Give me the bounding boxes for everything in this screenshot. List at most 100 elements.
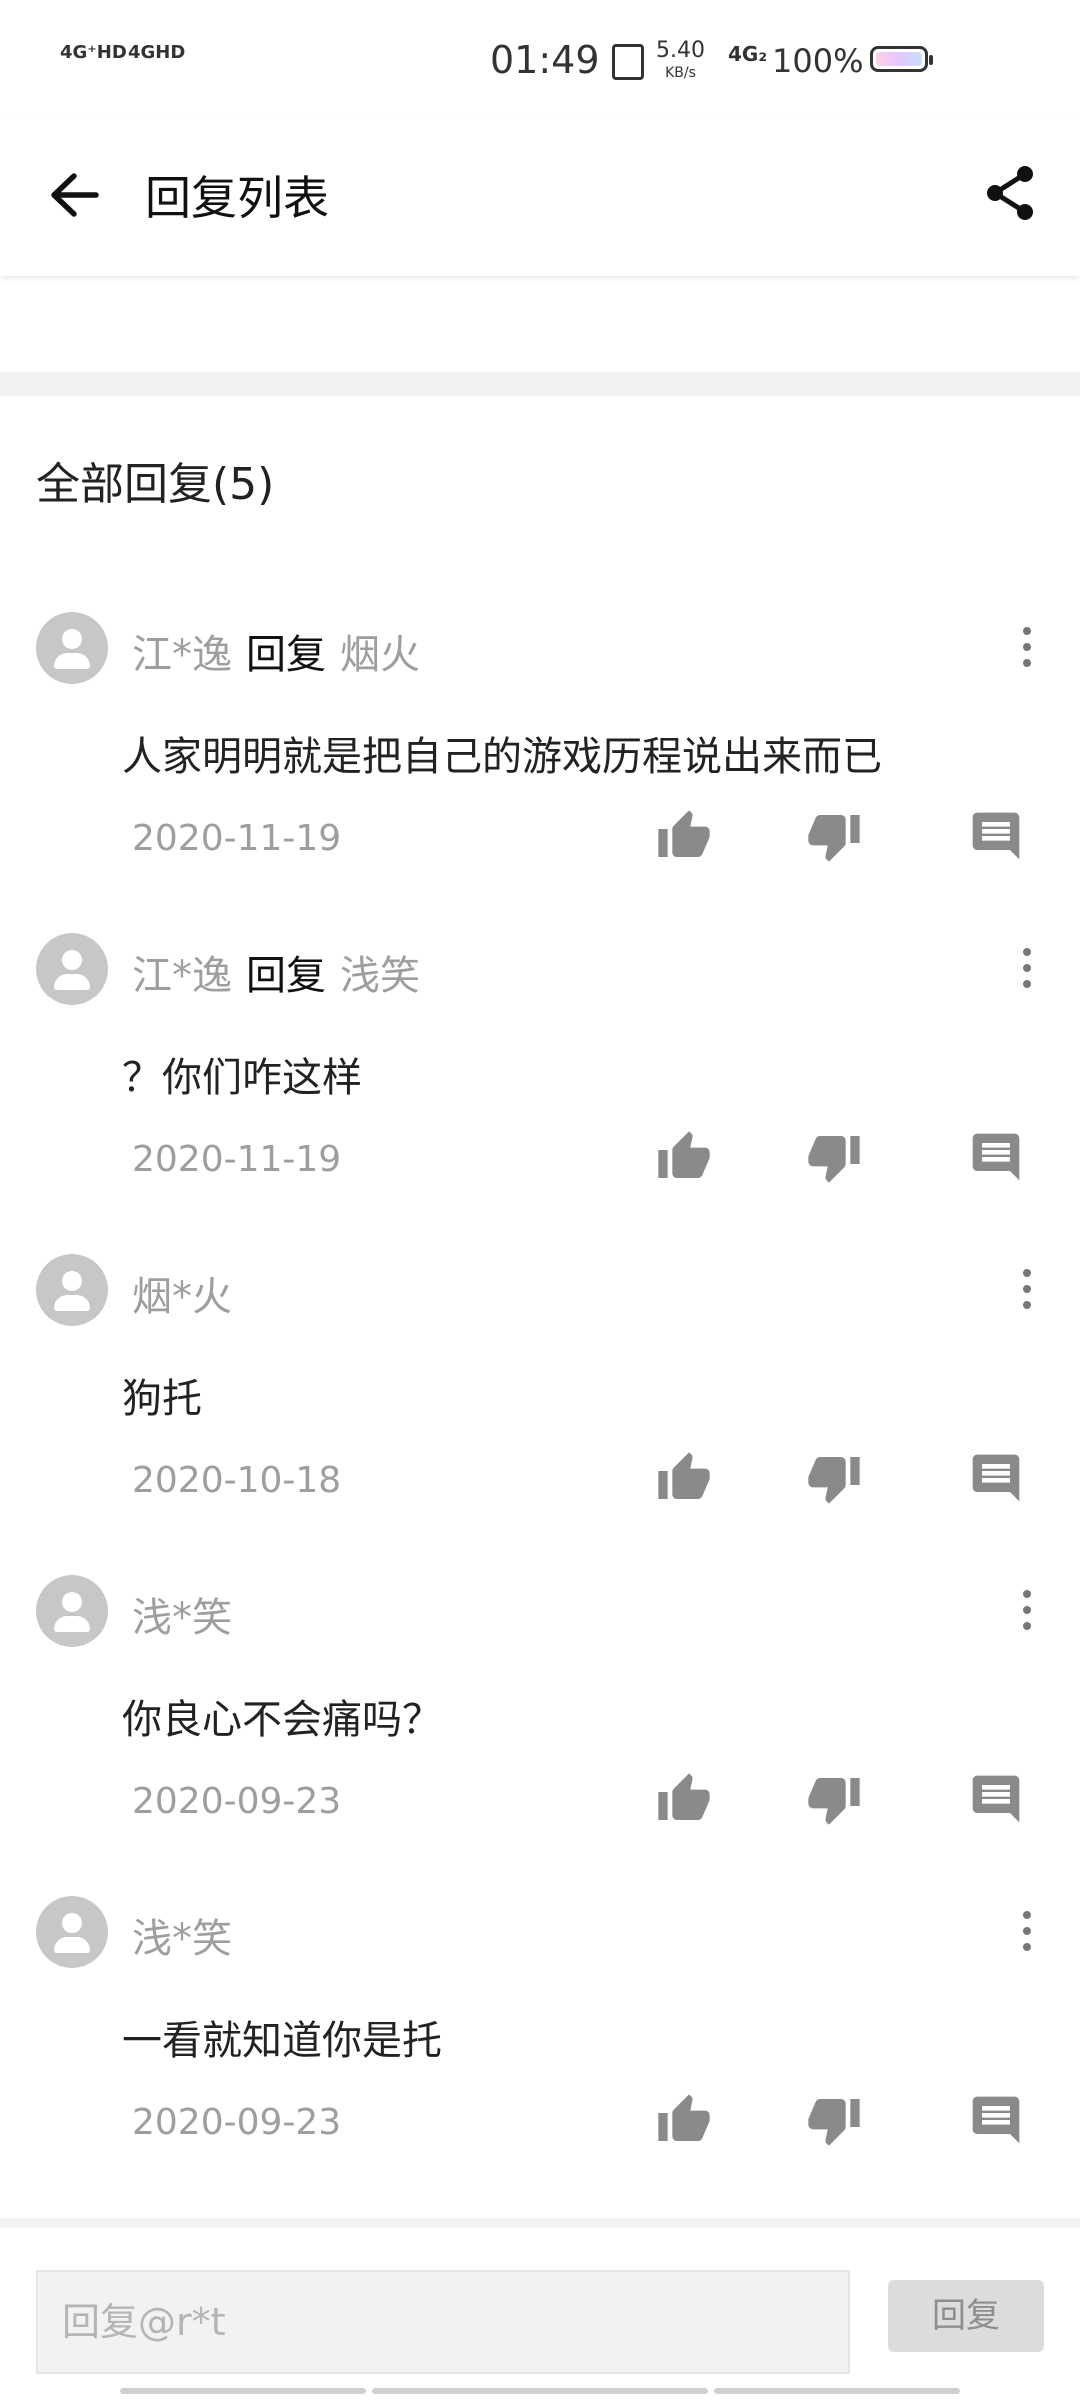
thumbs-up-icon (658, 1773, 710, 1820)
thumbs-down-icon (808, 2099, 860, 2146)
more-dot-icon (1023, 1943, 1031, 1951)
page-title: 回复列表 (145, 171, 329, 225)
status-bar: 4G⁺HD 4GHD 01:49 5.40 KB/s 4G₂ 100% (0, 0, 1080, 120)
reply-header: 江*逸 回复 烟火 (132, 622, 420, 680)
reply-target-user[interactable]: 浅笑 (340, 953, 420, 999)
comment-button[interactable] (968, 1129, 1024, 1185)
comment-icon (972, 1775, 1020, 1823)
avatar[interactable] (36, 933, 108, 1005)
comment-button[interactable] (968, 1771, 1024, 1827)
network-speed: 5.40 KB/s (656, 40, 705, 84)
reply-text: 人家明明就是把自己的游戏历程说出来而已 (122, 734, 882, 780)
reply-input[interactable] (36, 2270, 850, 2374)
previous-card-peek (0, 270, 1080, 370)
reply-text: 你良心不会痛吗？ (122, 1697, 442, 1743)
more-options-button[interactable] (1012, 1906, 1042, 1960)
more-dot-icon (1023, 948, 1031, 956)
avatar[interactable] (36, 612, 108, 684)
comment-button[interactable] (968, 808, 1024, 864)
more-dot-icon (1023, 1927, 1031, 1935)
more-options-button[interactable] (1012, 943, 1042, 997)
battery-icon (870, 46, 933, 72)
share-button[interactable] (975, 158, 1045, 228)
avatar[interactable] (36, 1575, 108, 1647)
avatar-person-icon (62, 950, 82, 970)
like-button[interactable] (656, 1129, 712, 1185)
dislike-button[interactable] (806, 1771, 862, 1827)
thumbs-up-icon (658, 1452, 710, 1499)
reply-item: 江*逸 回复 烟火 人家明明就是把自己的游戏历程说出来而已 2020-11-19 (0, 612, 1080, 932)
avatar-person-body (54, 1295, 90, 1311)
thumbs-down-icon (808, 1136, 860, 1183)
more-dot-icon (1023, 964, 1031, 972)
more-dot-icon (1023, 1301, 1031, 1309)
reply-text: 狗托 (122, 1376, 202, 1422)
avatar-person-body (54, 1937, 90, 1953)
reply-verb: 回复 (246, 632, 326, 678)
nav-indicator-center (372, 2388, 708, 2394)
more-options-button[interactable] (1012, 1585, 1042, 1639)
avatar-person-icon (62, 629, 82, 649)
reply-username[interactable]: 江*逸 (132, 632, 232, 678)
reply-item: 江*逸 回复 浅笑 ？你们咋这样 2020-11-19 (0, 933, 1080, 1253)
comment-button[interactable] (968, 2092, 1024, 2148)
more-dot-icon (1023, 643, 1031, 651)
reply-header: 烟*火 (132, 1264, 232, 1322)
comment-icon (972, 812, 1020, 860)
dislike-button[interactable] (806, 1129, 862, 1185)
reply-item: 浅*笑 一看就知道你是托 2020-09-23 (0, 1896, 1080, 2216)
reply-username[interactable]: 江*逸 (132, 953, 232, 999)
reply-date: 2020-09-23 (132, 1781, 342, 1822)
thumbs-up-icon (658, 810, 710, 857)
reply-header: 浅*笑 (132, 1906, 232, 1964)
reply-item: 浅*笑 你良心不会痛吗？ 2020-09-23 (0, 1575, 1080, 1895)
battery-percent: 100% (772, 42, 864, 80)
dislike-button[interactable] (806, 808, 862, 864)
avatar-person-icon (62, 1271, 82, 1291)
signal-icon-sim2: 4GHD (128, 42, 186, 63)
arrow-left-icon (51, 173, 99, 217)
more-dot-icon (1023, 1606, 1031, 1614)
avatar-person-icon (62, 1913, 82, 1933)
like-button[interactable] (656, 2092, 712, 2148)
avatar[interactable] (36, 1254, 108, 1326)
section-title: 全部回复(5) (36, 459, 275, 510)
dislike-button[interactable] (806, 2092, 862, 2148)
avatar-person-body (54, 653, 90, 669)
reply-date: 2020-09-23 (132, 2102, 342, 2143)
more-options-button[interactable] (1012, 1264, 1042, 1318)
app-bar: 回复列表 (0, 120, 1080, 276)
reply-username[interactable]: 烟*火 (132, 1274, 232, 1320)
back-button[interactable] (40, 160, 110, 230)
reply-bar: 回复 (0, 2218, 1080, 2400)
like-button[interactable] (656, 1450, 712, 1506)
thumbs-down-icon (808, 1457, 860, 1504)
more-dot-icon (1023, 627, 1031, 635)
reply-username[interactable]: 浅*笑 (132, 1916, 232, 1962)
reply-submit-button[interactable]: 回复 (888, 2280, 1044, 2352)
comment-icon (972, 1454, 1020, 1502)
more-dot-icon (1023, 1622, 1031, 1630)
avatar[interactable] (36, 1896, 108, 1968)
reply-target-user[interactable]: 烟火 (340, 632, 420, 678)
comment-button[interactable] (968, 1450, 1024, 1506)
like-button[interactable] (656, 1771, 712, 1827)
thumbs-down-icon (808, 1778, 860, 1825)
nav-indicator-left (120, 2388, 366, 2394)
like-button[interactable] (656, 808, 712, 864)
avatar-person-body (54, 974, 90, 990)
signal-icon-sim1: 4G⁺HD (60, 42, 127, 63)
dislike-button[interactable] (806, 1450, 862, 1506)
reply-header: 江*逸 回复 浅笑 (132, 943, 420, 1001)
more-options-button[interactable] (1012, 622, 1042, 676)
network-speed-value: 5.40 (656, 38, 705, 63)
thumbs-down-icon (808, 815, 860, 862)
reply-header: 浅*笑 (132, 1585, 232, 1643)
vibrate-icon (612, 44, 644, 80)
more-dot-icon (1023, 1911, 1031, 1919)
reply-username[interactable]: 浅*笑 (132, 1595, 232, 1641)
more-dot-icon (1023, 980, 1031, 988)
share-icon (987, 166, 1033, 220)
reply-date: 2020-10-18 (132, 1460, 342, 1501)
reply-text: ？你们咋这样 (122, 1055, 362, 1101)
